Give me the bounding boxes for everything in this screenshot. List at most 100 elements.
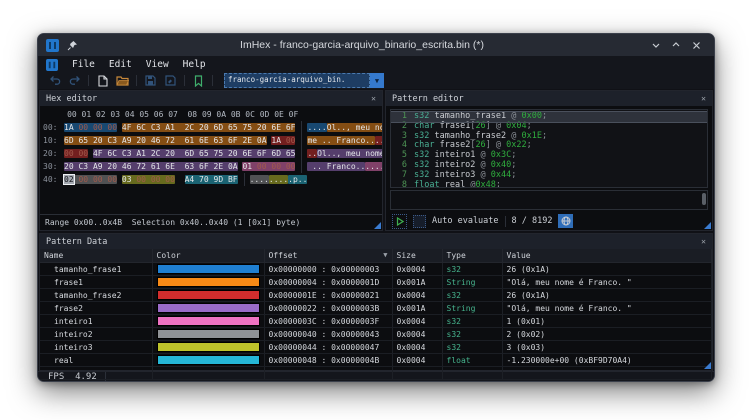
cell-name[interactable]: inteiro2 [40,327,153,341]
hex-byte-cells[interactable]: 00 00 4F 6C C3 A1 2C 20 6D 65 75 20 6E 6… [64,147,296,160]
ascii-group[interactable]: Ol.., meu no [326,123,382,132]
hex-byte-group[interactable]: 00 00 [64,149,89,158]
cell-name[interactable]: inteiro1 [40,314,153,328]
color-swatch[interactable] [156,290,260,300]
pattern-data-row[interactable]: tamanho_frase2 0x0000001E : 0x00000021 0x0… [40,288,712,302]
title-bar[interactable]: ImHex - franco-garcia-arquivo_binario_es… [38,34,714,56]
hex-byte-cells[interactable]: 20 C3 A9 20 46 72 61 6E 63 6F 2E 0A 01 0… [64,160,296,173]
hex-byte-group[interactable]: 4F 6C C3 A1 2C 20 6D 65 75 20 6E 6F 6D 6… [92,149,296,158]
menu-file[interactable]: File [72,59,95,70]
ascii-group[interactable]: .... [268,175,289,184]
pattern-console[interactable] [390,190,708,210]
hex-editor-body[interactable]: 00 01 02 03 04 05 06 07 08 09 0A 0B 0C 0… [40,106,382,214]
color-swatch[interactable] [156,277,260,287]
bookmark-icon[interactable] [192,74,205,87]
pattern-code-editor[interactable]: 1 s32 tamanho_frase1 @ 0x00; 2 char frase1[… [390,109,708,188]
pattern-editor-header[interactable]: Pattern editor ✕ [386,91,712,106]
globe-button[interactable] [558,214,574,228]
pattern-data-header[interactable]: Pattern Data ✕ [40,234,712,249]
column-header-size[interactable]: Size [392,249,443,263]
color-swatch[interactable] [156,303,260,313]
redo-icon[interactable] [68,74,81,87]
hex-byte-group[interactable]: 4F 6C C3 A1 2C 20 6D 65 75 20 6E 6F [121,123,296,132]
resize-grip[interactable] [374,222,381,229]
hex-row: 30: 20 C3 A9 20 46 72 61 6E 63 6F 2E 0A 0… [43,160,382,173]
pattern-data-row[interactable]: frase2 0x00000022 : 0x0000003B 0x001A Strin… [40,301,712,315]
file-selector-value[interactable]: franco-garcia-arquivo_bin. [224,73,370,88]
cell-name[interactable]: tamanho_frase1 [40,262,153,276]
pattern-code-line[interactable]: 8 float real @0x48; [391,180,707,187]
menu-view[interactable]: View [146,59,169,70]
pattern-data-close-icon[interactable]: ✕ [701,237,706,246]
pattern-data-row[interactable]: frase1 0x00000004 : 0x0000001D 0x001A Strin… [40,275,712,289]
pattern-data-row[interactable]: tamanho_frase1 0x00000000 : 0x00000003 0x0… [40,262,712,276]
hex-byte-cells[interactable]: 6D 65 20 C3 A9 20 46 72 61 6E 63 6F 2E 0… [64,134,296,147]
save-icon[interactable] [144,74,157,87]
cell-name[interactable]: inteiro3 [40,340,153,354]
ascii-cells[interactable]: .. Franco...... [301,160,382,173]
cell-name[interactable]: frase1 [40,275,153,289]
open-file-icon[interactable] [116,74,129,87]
menu-help[interactable]: Help [183,59,206,70]
color-swatch[interactable] [156,264,260,274]
ascii-cells[interactable]: ....Ol.., meu no [301,121,382,134]
ascii-group[interactable]: .... [307,123,327,132]
ascii-group[interactable]: .. Franco.. [307,162,366,171]
pattern-data-row[interactable]: inteiro2 0x00000040 : 0x00000043 0x0004 s32… [40,327,712,341]
column-header-offset[interactable]: Offset ▼ [264,249,393,263]
dock-area: Hex editor ✕ 00 01 02 03 04 05 06 07 08 … [38,89,714,231]
hex-byte-group[interactable]: 03 00 00 00 [121,175,175,184]
ascii-cells[interactable]: .........p.. [243,173,308,186]
new-file-icon[interactable] [96,74,109,87]
ascii-group[interactable]: .p.. [288,175,308,184]
hex-byte-group[interactable]: 02 00 00 00 [63,174,118,185]
hex-byte-group[interactable]: 6D 65 20 C3 A9 20 46 72 61 6E 63 6F 2E 0… [64,136,267,145]
console-scrollbar[interactable] [702,193,706,205]
cell-name[interactable]: frase2 [40,301,153,315]
cell-name[interactable]: real [40,353,153,367]
hex-editor-header[interactable]: Hex editor ✕ [40,91,382,106]
minimize-button[interactable] [646,37,666,53]
resize-grip[interactable] [704,222,711,229]
hex-editor-close-icon[interactable]: ✕ [371,94,376,103]
hex-byte-group[interactable]: 1A 00 00 00 [64,123,118,132]
ascii-group[interactable]: .. [307,149,318,158]
auto-evaluate-checkbox[interactable] [413,214,426,228]
color-swatch[interactable] [156,316,260,326]
pattern-data-row[interactable]: inteiro1 0x0000003C : 0x0000003F 0x0004 s32… [40,314,712,328]
column-header-type[interactable]: Type [442,249,503,263]
color-swatch[interactable] [156,342,260,352]
hex-byte-cells[interactable]: 02 00 00 00 03 00 00 00 A4 70 9D BF [63,173,238,186]
resize-grip[interactable] [704,362,711,369]
hex-byte-group[interactable]: 1A 00 [271,136,296,145]
cell-name[interactable]: tamanho_frase2 [40,288,153,302]
ascii-cells[interactable]: me .. Franco.... [301,134,382,147]
hex-byte-group[interactable]: 20 C3 A9 20 46 72 61 6E 63 6F 2E 0A [64,162,238,171]
ascii-group[interactable]: .... [249,175,269,184]
close-button[interactable] [686,37,706,53]
pattern-data-row[interactable]: real 0x00000048 : 0x0000004B 0x0004 float -1… [40,353,712,367]
color-swatch[interactable] [156,329,260,339]
ascii-group[interactable]: .... [365,162,382,171]
column-header-color[interactable]: Color [152,249,265,263]
pattern-editor-close-icon[interactable]: ✕ [701,94,706,103]
pin-icon[interactable] [67,40,78,51]
column-header-value[interactable]: Value [502,249,712,263]
ascii-cells[interactable]: ..Ol.., meu nome [301,147,382,160]
ascii-group[interactable]: Ol.., meu nome [317,149,382,158]
pattern-data-row[interactable]: inteiro3 0x00000044 : 0x00000047 0x0004 s32… [40,340,712,354]
hex-byte-group[interactable]: 01 00 00 00 [242,162,296,171]
color-swatch[interactable] [156,355,260,365]
dropdown-arrow-icon[interactable]: ▼ [370,73,384,88]
ascii-group[interactable]: me .. Franco.. [307,136,375,145]
save-as-icon[interactable] [164,74,177,87]
menu-edit[interactable]: Edit [109,59,132,70]
hex-byte-group[interactable]: A4 70 9D BF [184,175,238,184]
undo-icon[interactable] [48,74,61,87]
hex-byte-cells[interactable]: 1A 00 00 00 4F 6C C3 A1 2C 20 6D 65 75 2… [64,121,296,134]
evaluate-play-button[interactable] [392,213,407,229]
file-selector-dropdown[interactable]: franco-garcia-arquivo_bin. ▼ [224,73,384,88]
maximize-button[interactable] [666,37,686,53]
ascii-group[interactable]: .. [374,136,382,145]
column-header-name[interactable]: Name [40,249,153,263]
